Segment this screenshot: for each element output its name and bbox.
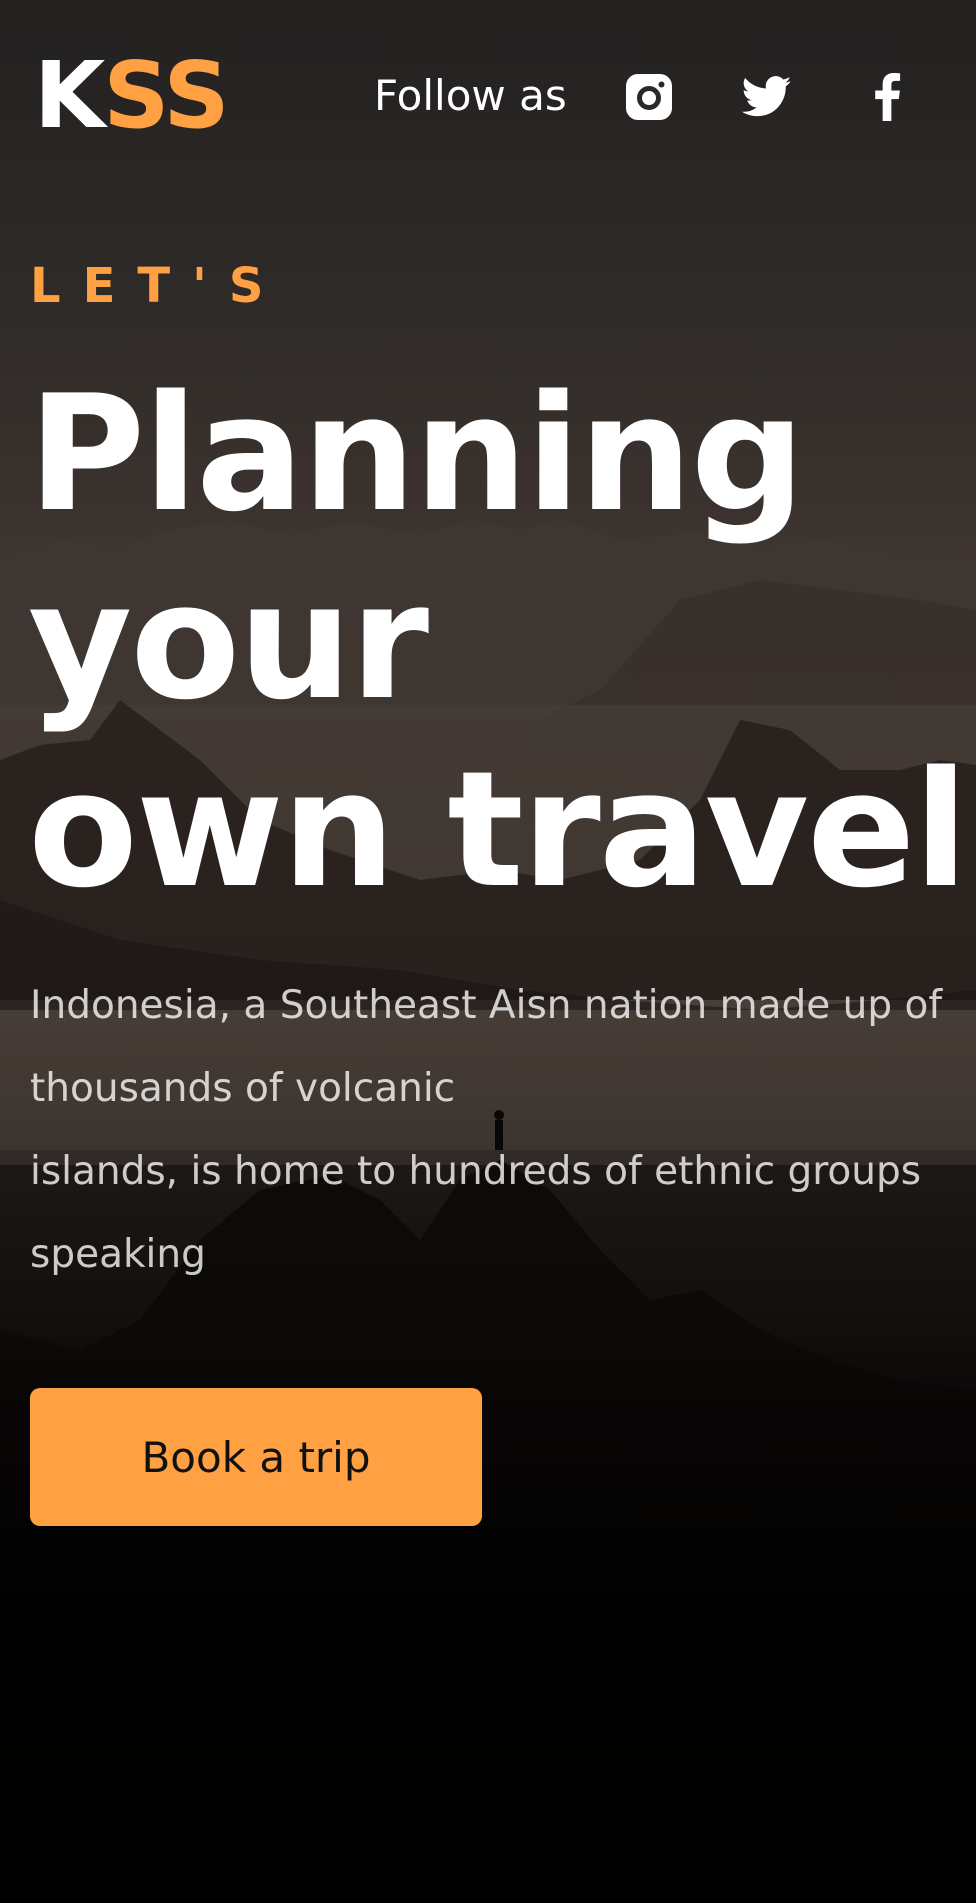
logo[interactable]: KSS [34, 50, 230, 142]
hero-headline: Planning your own travel [28, 360, 968, 924]
follow-label: Follow as [374, 71, 567, 120]
twitter-link[interactable] [742, 72, 792, 122]
description-line: speaking [30, 1232, 206, 1277]
description-line: islands, is home to hundreds of ethnic g… [30, 1149, 922, 1194]
twitter-icon [742, 76, 792, 117]
instagram-link[interactable] [624, 72, 674, 122]
facebook-icon [875, 73, 901, 121]
description-line: Indonesia, a Southeast Aisn nation made … [30, 983, 943, 1028]
description-line: thousands of volcanic [30, 1066, 456, 1111]
landing-page: KSS Follow as LET'S Planning your own tr… [0, 0, 976, 1903]
facebook-link[interactable] [862, 72, 912, 122]
headline-line: Planning [28, 360, 805, 547]
headline-line: your [28, 548, 429, 735]
hero-kicker: LET'S [30, 258, 286, 314]
book-trip-button[interactable]: Book a trip [30, 1388, 482, 1526]
logo-letters-ss: SS [103, 42, 229, 149]
headline-line: own travel [28, 736, 968, 923]
instagram-icon [626, 74, 672, 120]
logo-letter-k: K [34, 42, 105, 149]
hero-description: Indonesia, a Southeast Aisn nation made … [30, 964, 965, 1296]
